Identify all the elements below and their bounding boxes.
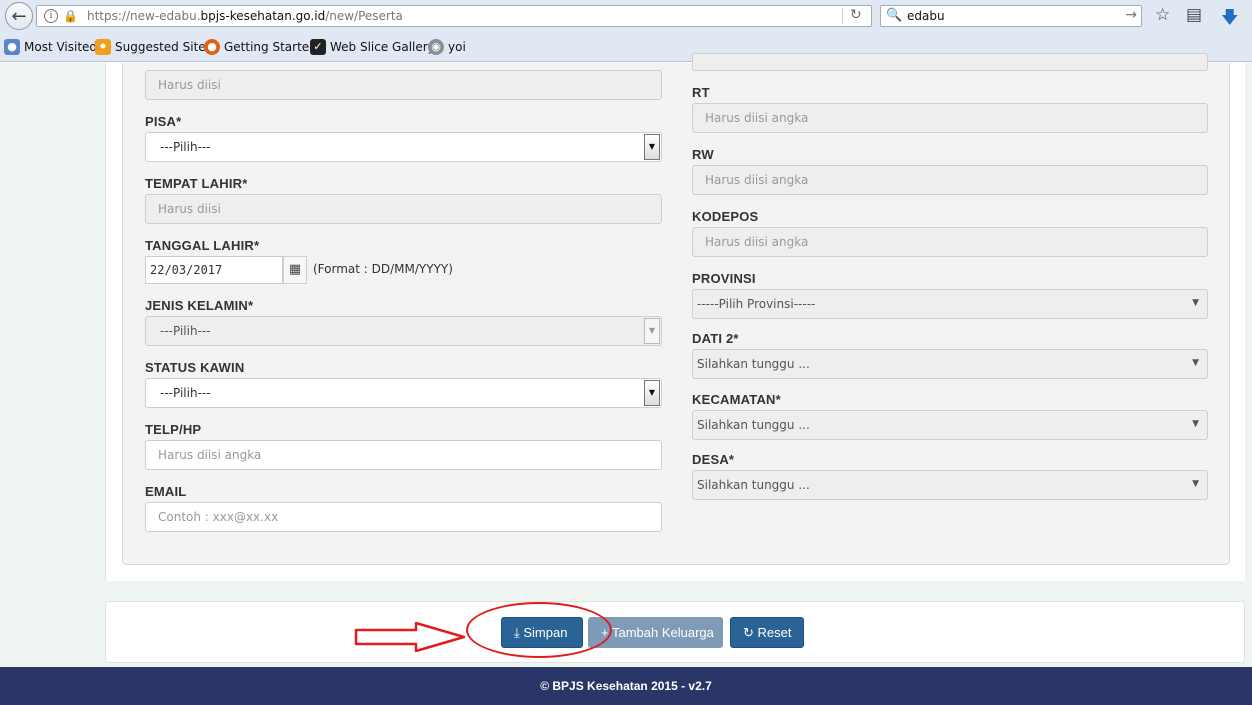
telp-label: TELP/HP <box>145 422 202 437</box>
form-panel: Harus diisi PISA* ---Pilih--- ▼ TEMPAT L… <box>105 53 1245 581</box>
desa-value: Silahkan tunggu ... <box>697 478 810 492</box>
caret-down-icon: ▼ <box>1192 358 1199 368</box>
dropdown-arrow-icon[interactable]: ▼ <box>644 134 660 160</box>
desa-select[interactable]: Silahkan tunggu ... ▼ <box>692 470 1208 500</box>
web-slice-icon: ✓ <box>310 39 326 55</box>
page-content: Harus diisi PISA* ---Pilih--- ▼ TEMPAT L… <box>0 53 1252 705</box>
email-label: EMAIL <box>145 484 187 499</box>
search-go-icon[interactable]: → <box>1125 7 1137 23</box>
bookmark-label: Web Slice Gallery <box>330 40 435 54</box>
kecamatan-label: KECAMATAN* <box>692 392 781 407</box>
status-kawin-select[interactable]: ---Pilih--- ▼ <box>145 378 662 408</box>
bookmark-label: Most Visited <box>24 40 98 54</box>
dati2-label: DATI 2* <box>692 331 739 346</box>
caret-down-icon: ▼ <box>1192 298 1199 308</box>
bookmark-label: yoi <box>448 40 466 54</box>
bookmark-suggested-sites[interactable]: ⚫ Suggested Sites <box>95 39 212 55</box>
pisa-value: ---Pilih--- <box>160 140 211 154</box>
most-visited-icon: ● <box>4 39 20 55</box>
kecamatan-select[interactable]: Silahkan tunggu ... ▼ <box>692 410 1208 440</box>
reload-icon[interactable]: ↻ <box>850 7 862 23</box>
jenis-kelamin-select[interactable]: ---Pilih--- ▼ <box>145 316 662 346</box>
calendar-icon[interactable]: ▦ <box>283 256 307 284</box>
rt-label: RT <box>692 85 710 100</box>
date-format-hint: (Format : DD/MM/YYYY) <box>313 262 453 276</box>
url-domain: bpjs-kesehatan.go.id <box>200 9 326 23</box>
provinsi-value: -----Pilih Provinsi----- <box>697 297 816 311</box>
tanggal-lahir-label: TANGGAL LAHIR* <box>145 238 260 253</box>
reset-label: Reset <box>757 625 792 640</box>
caret-down-icon: ▼ <box>1192 419 1199 429</box>
lock-icon: 🔒 <box>63 9 78 23</box>
alamat-textarea[interactable] <box>692 53 1208 71</box>
search-input[interactable]: edabu <box>907 9 945 23</box>
footer: © BPJS Kesehatan 2015 - v2.7 <box>0 667 1252 705</box>
peserta-form: Harus diisi PISA* ---Pilih--- ▼ TEMPAT L… <box>122 53 1230 565</box>
url-bar[interactable]: i 🔒 https://new-edabu.bpjs-kesehatan.go.… <box>36 5 872 27</box>
kodepos-label: KODEPOS <box>692 209 759 224</box>
telp-input[interactable]: Harus diisi angka <box>145 440 662 470</box>
top-field-input[interactable]: Harus diisi <box>145 70 662 100</box>
globe-icon: ◉ <box>428 39 444 55</box>
bookmark-star-icon[interactable]: ☆ <box>1155 5 1170 25</box>
annotation-ellipse <box>466 602 612 658</box>
bookmark-most-visited[interactable]: ● Most Visited <box>4 39 97 55</box>
rw-label: RW <box>692 147 714 162</box>
reading-list-icon[interactable]: ▤ <box>1186 5 1202 25</box>
url-prefix: https://new-edabu. <box>87 9 201 23</box>
back-button[interactable]: ← <box>5 2 33 30</box>
rw-input[interactable]: Harus diisi angka <box>692 165 1208 195</box>
kodepos-input[interactable]: Harus diisi angka <box>692 227 1208 257</box>
tempat-lahir-label: TEMPAT LAHIR* <box>145 176 248 191</box>
status-kawin-value: ---Pilih--- <box>160 386 211 400</box>
action-bar: ⤓ Simpan + Tambah Keluarga ↻ Reset <box>105 601 1245 663</box>
url-path: /new/Peserta <box>325 9 403 23</box>
bookmark-label: Suggested Sites <box>115 40 212 54</box>
url-divider <box>842 8 843 24</box>
jenis-kelamin-value: ---Pilih--- <box>160 324 211 338</box>
provinsi-select[interactable]: -----Pilih Provinsi----- ▼ <box>692 289 1208 319</box>
annotation-arrow-icon <box>354 622 466 652</box>
suggested-sites-icon: ⚫ <box>95 39 111 55</box>
tambah-label: Tambah Keluarga <box>611 625 714 640</box>
refresh-icon: ↻ <box>743 625 754 640</box>
left-margin <box>0 63 105 667</box>
pisa-label: PISA* <box>145 114 182 129</box>
dati2-value: Silahkan tunggu ... <box>697 357 810 371</box>
pisa-select[interactable]: ---Pilih--- ▼ <box>145 132 662 162</box>
provinsi-label: PROVINSI <box>692 271 756 286</box>
bookmark-getting-started[interactable]: ● Getting Started <box>204 39 317 55</box>
bookmark-label: Getting Started <box>224 40 317 54</box>
search-bar[interactable]: 🔍 edabu → <box>880 5 1142 27</box>
info-icon[interactable]: i <box>44 9 58 23</box>
dropdown-arrow-icon[interactable]: ▼ <box>644 318 660 344</box>
search-icon: 🔍 <box>886 8 903 23</box>
jenis-kelamin-label: JENIS KELAMIN* <box>145 298 254 313</box>
download-icon[interactable]: 🡇 <box>1221 5 1238 34</box>
bookmark-yoi[interactable]: ◉ yoi <box>428 39 466 55</box>
firefox-icon: ● <box>204 39 220 55</box>
kecamatan-value: Silahkan tunggu ... <box>697 418 810 432</box>
navigation-row: ← i 🔒 https://new-edabu.bpjs-kesehatan.g… <box>0 0 1252 32</box>
tanggal-lahir-input[interactable]: 22/03/2017 <box>145 256 283 284</box>
dropdown-arrow-icon[interactable]: ▼ <box>644 380 660 406</box>
caret-down-icon: ▼ <box>1192 479 1199 489</box>
desa-label: DESA* <box>692 452 735 467</box>
reset-button[interactable]: ↻ Reset <box>730 617 804 648</box>
dati2-select[interactable]: Silahkan tunggu ... ▼ <box>692 349 1208 379</box>
tempat-lahir-input[interactable]: Harus diisi <box>145 194 662 224</box>
bookmark-web-slice-gallery[interactable]: ✓ Web Slice Gallery <box>310 39 435 55</box>
url-text[interactable]: https://new-edabu.bpjs-kesehatan.go.id/n… <box>87 9 403 23</box>
rt-input[interactable]: Harus diisi angka <box>692 103 1208 133</box>
back-arrow-icon: ← <box>11 5 27 27</box>
email-input[interactable]: Contoh : xxx@xx.xx <box>145 502 662 532</box>
status-kawin-label: STATUS KAWIN <box>145 360 245 375</box>
